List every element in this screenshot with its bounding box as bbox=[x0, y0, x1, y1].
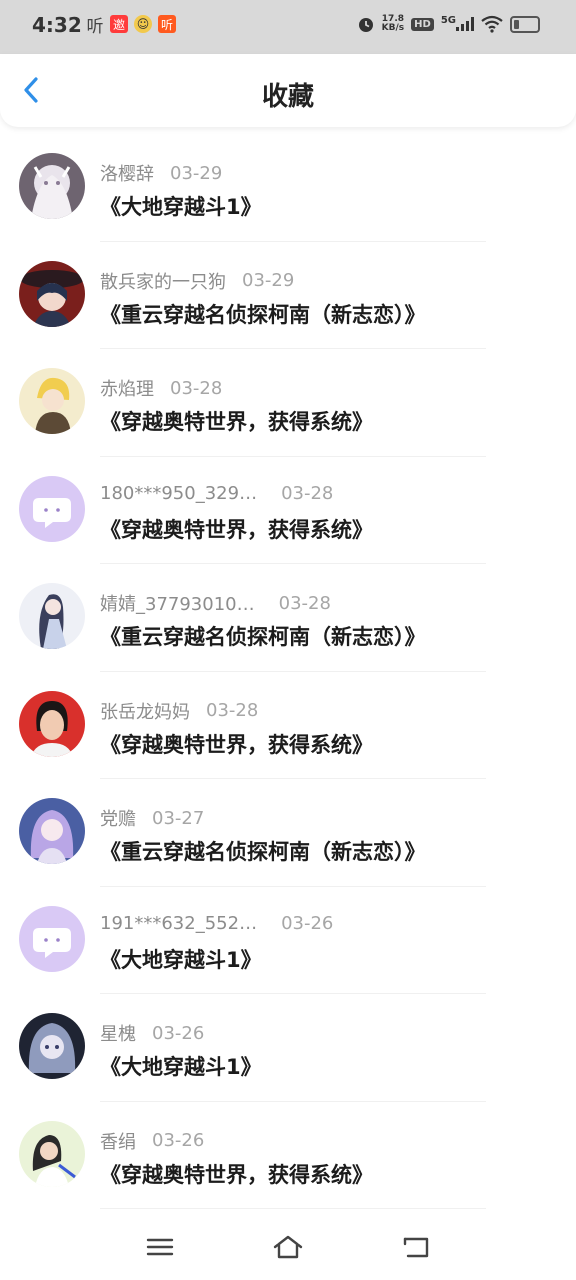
emoji-app-icon: ☺ bbox=[134, 15, 152, 33]
list-item[interactable]: 180***950_329… 03-28 《穿越奥特世界，获得系统》 bbox=[0, 457, 576, 564]
menu-icon bbox=[146, 1238, 174, 1256]
book-title[interactable]: 《大地穿越斗1》 bbox=[100, 944, 262, 974]
notification-icons: 听 邀 ☺ 听 bbox=[86, 15, 176, 37]
date: 03-28 bbox=[278, 592, 331, 614]
avatar[interactable] bbox=[19, 583, 85, 649]
status-bar: 4:32 听 邀 ☺ 听 17.8 KB/s HD 5G bbox=[0, 0, 576, 54]
favorites-list: 洛樱辞 03-29 《大地穿越斗1》 散兵家的一只狗 03-29 《重云穿越名侦… bbox=[0, 134, 576, 1209]
avatar[interactable] bbox=[19, 153, 85, 219]
item-meta: 赤焰理 03-28 bbox=[100, 375, 222, 401]
list-item[interactable]: 散兵家的一只狗 03-29 《重云穿越名侦探柯南（新志恋）》 bbox=[0, 242, 576, 349]
back-nav-button[interactable] bbox=[399, 1230, 433, 1264]
home-icon bbox=[273, 1235, 303, 1259]
list-item[interactable]: 洛樱辞 03-29 《大地穿越斗1》 bbox=[0, 134, 576, 242]
cell-signal-icon: 5G bbox=[441, 15, 474, 31]
orange-ting-icon: 听 bbox=[158, 15, 176, 33]
divider bbox=[100, 1208, 486, 1209]
list-item[interactable]: 婧婧_37793010… 03-28 《重云穿越名侦探柯南（新志恋）》 bbox=[0, 564, 576, 672]
list-item[interactable]: 党赡 03-27 《重云穿越名侦探柯南（新志恋）》 bbox=[0, 779, 576, 887]
avatar[interactable] bbox=[19, 1120, 85, 1187]
network-speed: 17.8 KB/s bbox=[381, 14, 405, 33]
item-meta: 180***950_329… 03-28 bbox=[100, 483, 333, 504]
book-title[interactable]: 《穿越奥特世界，获得系统》 bbox=[100, 1159, 373, 1189]
username[interactable]: 散兵家的一只狗 bbox=[100, 268, 226, 294]
book-title[interactable]: 《重云穿越名侦探柯南（新志恋）》 bbox=[100, 836, 426, 866]
list-item[interactable]: 赤焰理 03-28 《穿越奥特世界，获得系统》 bbox=[0, 349, 576, 457]
book-title[interactable]: 《重云穿越名侦探柯南（新志恋）》 bbox=[100, 299, 426, 329]
system-nav-bar bbox=[0, 1214, 576, 1280]
wifi-icon bbox=[481, 15, 503, 33]
username[interactable]: 香绢 bbox=[100, 1128, 136, 1154]
item-meta: 星槐 03-26 bbox=[100, 1020, 204, 1046]
username[interactable]: 星槐 bbox=[100, 1020, 136, 1046]
item-meta: 洛樱辞 03-29 bbox=[100, 160, 222, 186]
date: 03-28 bbox=[281, 482, 334, 504]
list-item[interactable]: 星槐 03-26 《大地穿越斗1》 bbox=[0, 994, 576, 1102]
red-app-icon: 邀 bbox=[110, 15, 128, 33]
list-item[interactable]: 191***632_552… 03-26 《大地穿越斗1》 bbox=[0, 887, 576, 994]
system-icons: 17.8 KB/s HD 5G bbox=[357, 15, 540, 33]
back-arrow-icon bbox=[403, 1237, 429, 1258]
username[interactable]: 180***950_329… bbox=[100, 483, 257, 504]
book-title[interactable]: 《穿越奥特世界，获得系统》 bbox=[100, 729, 373, 759]
date: 03-29 bbox=[170, 162, 223, 184]
date: 03-26 bbox=[152, 1022, 205, 1044]
username[interactable]: 婧婧_37793010… bbox=[100, 590, 255, 616]
book-title[interactable]: 《大地穿越斗1》 bbox=[100, 191, 262, 221]
list-item[interactable]: 香绢 03-26 《穿越奥特世界，获得系统》 bbox=[0, 1102, 576, 1209]
item-meta: 散兵家的一只狗 03-29 bbox=[100, 268, 294, 294]
book-title[interactable]: 《重云穿越名侦探柯南（新志恋）》 bbox=[100, 621, 426, 651]
avatar[interactable] bbox=[19, 260, 85, 327]
item-meta: 香绢 03-26 bbox=[100, 1128, 204, 1154]
book-title[interactable]: 《穿越奥特世界，获得系统》 bbox=[100, 406, 373, 436]
date: 03-26 bbox=[281, 912, 334, 934]
menu-button[interactable] bbox=[143, 1230, 177, 1264]
list-item[interactable]: 张岳龙妈妈 03-28 《穿越奥特世界，获得系统》 bbox=[0, 672, 576, 779]
item-meta: 婧婧_37793010… 03-28 bbox=[100, 590, 331, 616]
item-meta: 191***632_552… 03-26 bbox=[100, 913, 333, 934]
date: 03-28 bbox=[206, 700, 259, 721]
item-meta: 党赡 03-27 bbox=[100, 805, 204, 831]
home-button[interactable] bbox=[271, 1230, 305, 1264]
avatar[interactable] bbox=[19, 1013, 85, 1079]
page-title: 收藏 bbox=[261, 82, 314, 112]
app-header: 收藏 bbox=[0, 54, 576, 127]
book-title[interactable]: 《穿越奥特世界，获得系统》 bbox=[100, 514, 373, 544]
date: 03-27 bbox=[152, 807, 205, 829]
date: 03-26 bbox=[152, 1130, 205, 1151]
alarm-icon bbox=[358, 18, 373, 32]
username[interactable]: 赤焰理 bbox=[100, 375, 154, 401]
avatar[interactable] bbox=[19, 690, 85, 757]
book-title[interactable]: 《大地穿越斗1》 bbox=[100, 1051, 262, 1081]
default-avatar[interactable] bbox=[19, 475, 85, 542]
avatar[interactable] bbox=[19, 798, 85, 864]
avatar[interactable] bbox=[19, 368, 85, 434]
default-avatar[interactable] bbox=[19, 905, 85, 972]
hd-icon: HD bbox=[411, 17, 434, 31]
status-time: 4:32 bbox=[32, 13, 82, 37]
username[interactable]: 张岳龙妈妈 bbox=[100, 698, 190, 724]
item-meta: 张岳龙妈妈 03-28 bbox=[100, 698, 258, 724]
username[interactable]: 191***632_552… bbox=[100, 913, 257, 934]
date: 03-28 bbox=[170, 377, 223, 399]
battery-icon bbox=[510, 15, 540, 33]
username[interactable]: 洛樱辞 bbox=[100, 160, 154, 186]
date: 03-29 bbox=[242, 270, 295, 291]
username[interactable]: 党赡 bbox=[100, 805, 136, 831]
ting-app-icon: 听 bbox=[86, 16, 104, 37]
